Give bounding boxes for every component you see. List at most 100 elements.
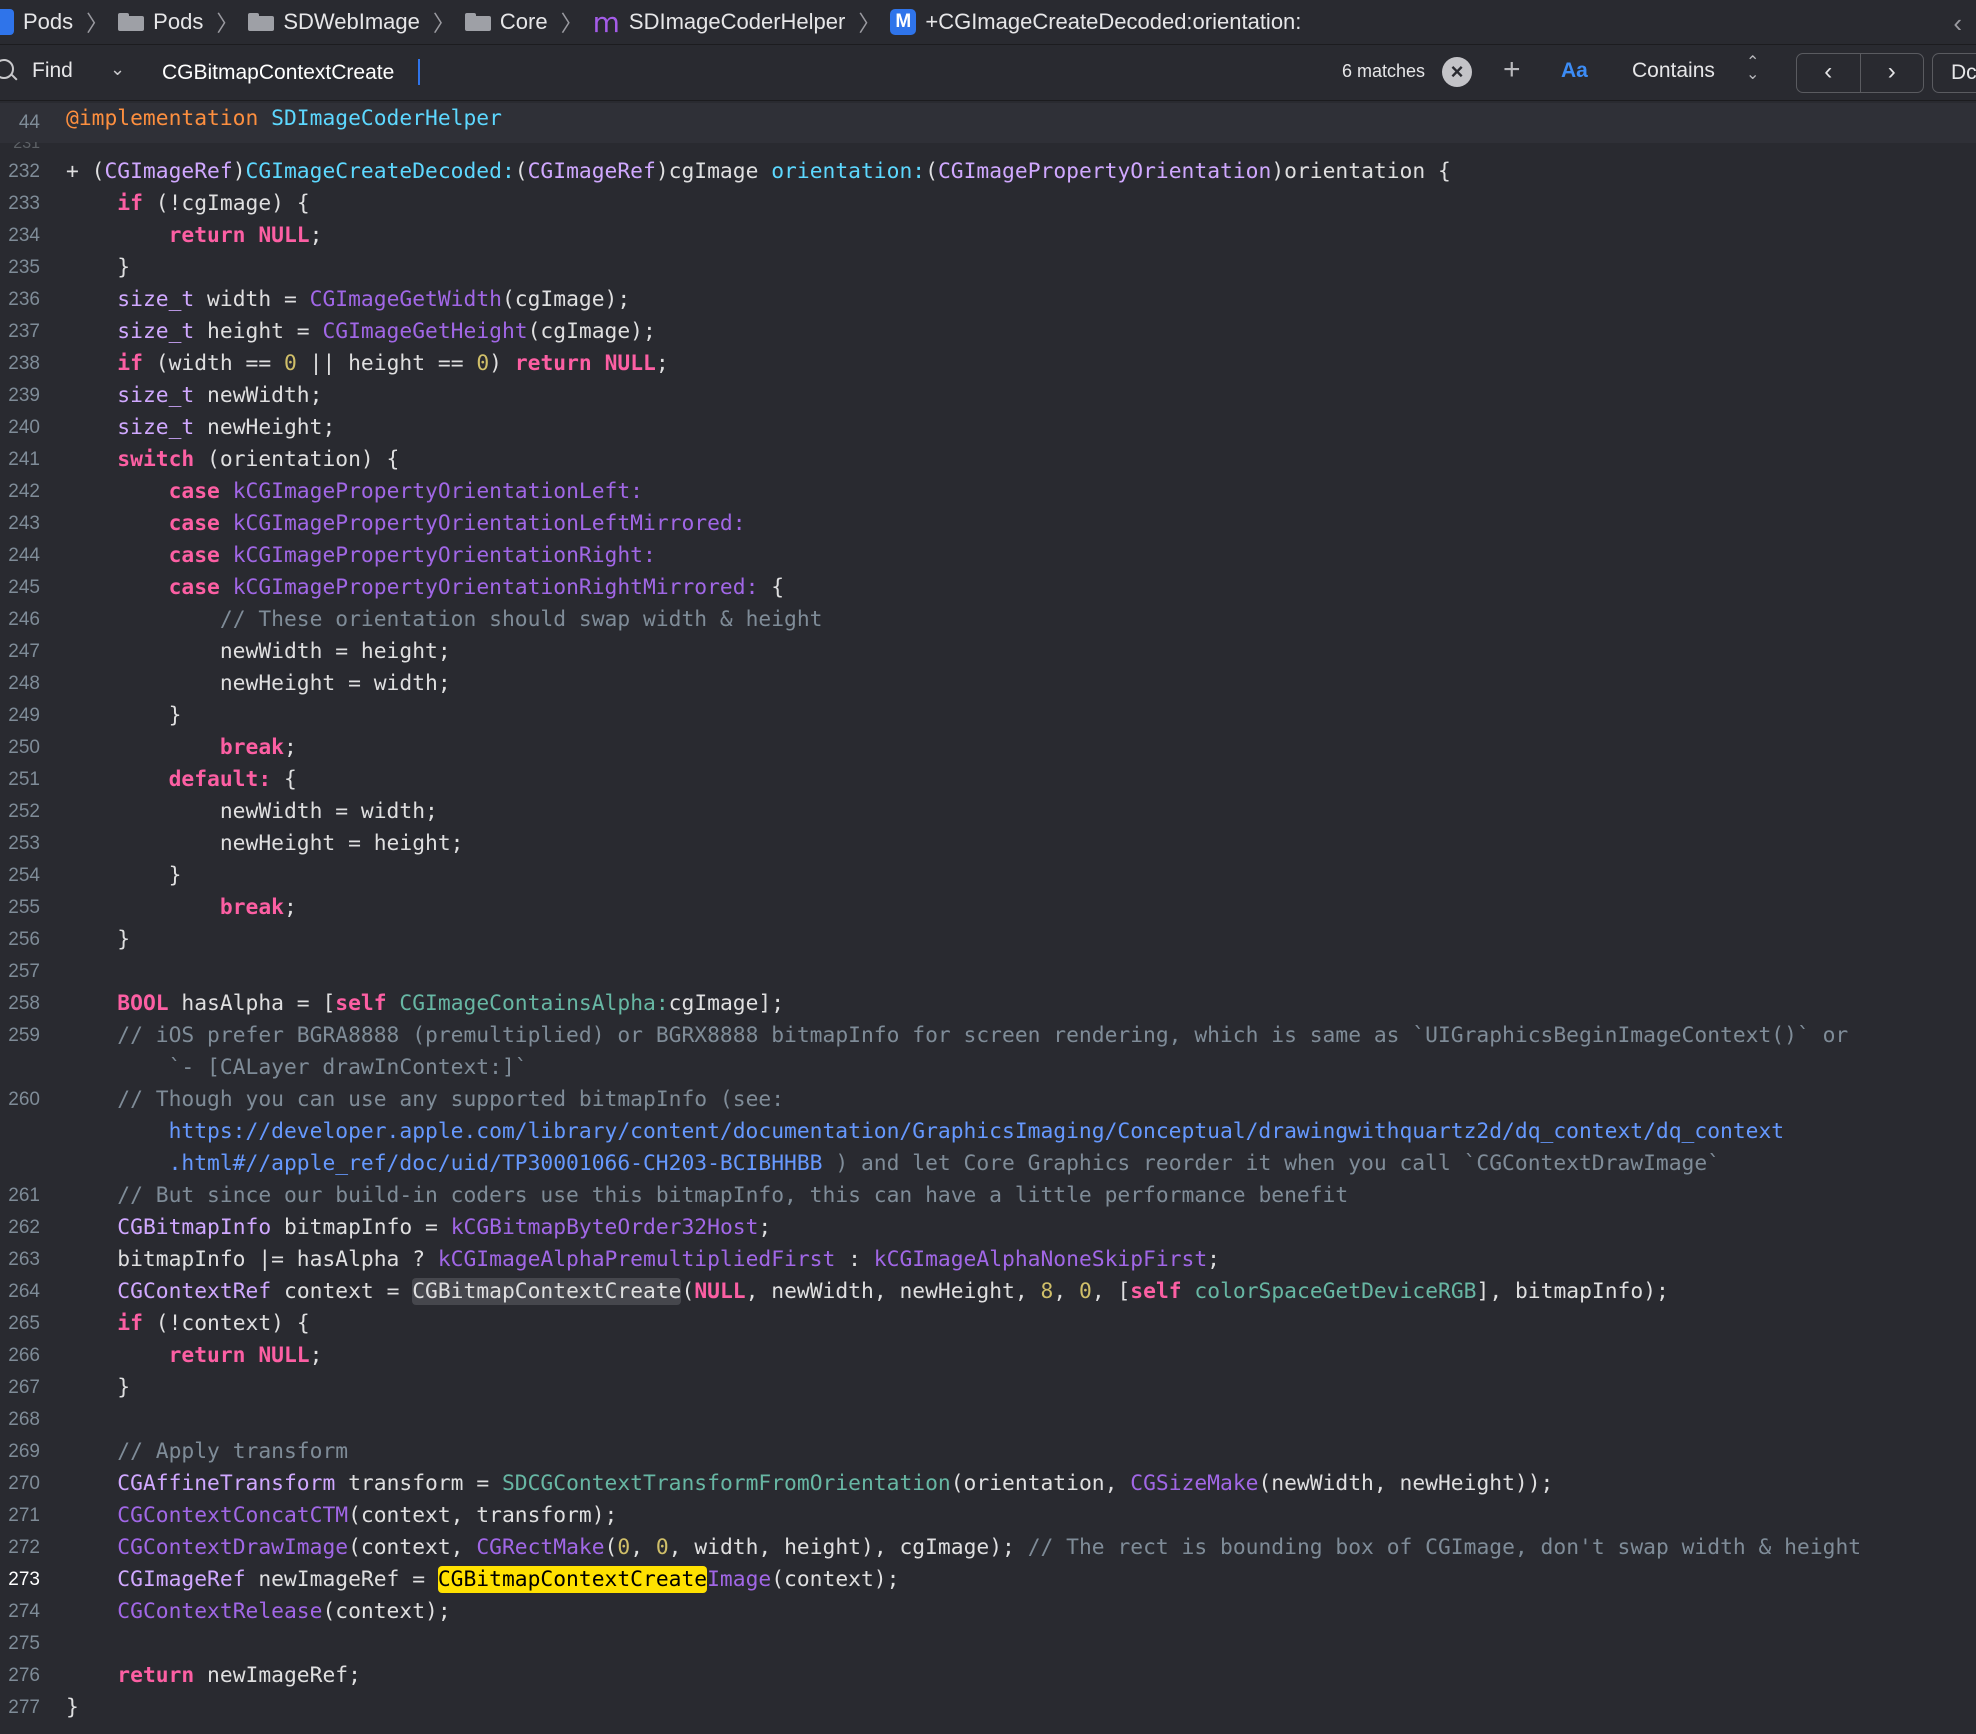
code-text[interactable]: case kCGImagePropertyOrientationRightMir… [66,572,1966,604]
code-text[interactable]: // iOS prefer BGRA8888 (premultiplied) o… [66,1020,1966,1084]
code-text[interactable]: CGImageRef newImageRef = CGBitmapContext… [66,1564,1966,1596]
line-number[interactable]: 270 [0,1468,40,1500]
code-text[interactable]: size_t newHeight; [66,412,1966,444]
line-number[interactable]: 237 [0,316,40,348]
code-line[interactable]: 273 CGImageRef newImageRef = CGBitmapCon… [0,1564,1976,1596]
line-number[interactable]: 240 [0,412,40,444]
code-line[interactable]: 274 CGContextRelease(context); [0,1596,1976,1628]
code-text[interactable]: case kCGImagePropertyOrientationRight: [66,540,1966,572]
code-text[interactable]: // Apply transform [66,1436,1966,1468]
code-line[interactable]: 237 size_t height = CGImageGetHeight(cgI… [0,316,1976,348]
code-line[interactable]: 245 case kCGImagePropertyOrientationRigh… [0,572,1976,604]
code-text[interactable]: if (!context) { [66,1308,1966,1340]
code-text[interactable]: size_t width = CGImageGetWidth(cgImage); [66,284,1966,316]
code-line[interactable]: 240 size_t newHeight; [0,412,1976,444]
code-line[interactable]: 232 + (CGImageRef)CGImageCreateDecoded:(C… [0,156,1976,188]
line-number[interactable]: 260 [0,1084,40,1116]
code-line[interactable]: 246 // These orientation should swap wid… [0,604,1976,636]
line-number[interactable]: 236 [0,284,40,316]
chevron-left-icon[interactable]: ‹ [1953,8,1962,39]
code-line[interactable]: 276 return newImageRef; [0,1660,1976,1692]
up-down-chevron-icon[interactable]: ⌃ ⌄ [1746,55,1759,83]
line-number[interactable]: 275 [0,1628,40,1660]
code-text[interactable]: return newImageRef; [66,1660,1966,1692]
code-text[interactable]: } [66,252,1966,284]
code-line[interactable]: 257 [0,956,1976,988]
code-text[interactable]: newHeight = width; [66,668,1966,700]
line-number[interactable]: 234 [0,220,40,252]
code-line[interactable]: 266 return NULL; [0,1340,1976,1372]
line-number[interactable]: 261 [0,1180,40,1212]
line-number[interactable]: 253 [0,828,40,860]
code-text[interactable]: } [66,1372,1966,1404]
line-number[interactable]: 247 [0,636,40,668]
code-line[interactable]: 239 size_t newWidth; [0,380,1976,412]
breadcrumb-item-pods-project[interactable]: Pods 〉 [0,6,108,38]
code-text[interactable]: newWidth = height; [66,636,1966,668]
add-pattern-button[interactable]: + [1503,53,1521,87]
code-text[interactable]: } [66,1692,1966,1724]
code-line[interactable]: 275 [0,1628,1976,1660]
line-number[interactable]: 276 [0,1660,40,1692]
code-text[interactable]: case kCGImagePropertyOrientationLeftMirr… [66,508,1966,540]
code-line[interactable]: 261 // But since our build-in coders use… [0,1180,1976,1212]
code-text[interactable]: + (CGImageRef)CGImageCreateDecoded:(CGIm… [66,156,1966,188]
clear-search-button[interactable]: × [1442,57,1472,87]
code-text[interactable]: CGContextRef context = CGBitmapContextCr… [66,1276,1966,1308]
code-editor[interactable]: 232 + (CGImageRef)CGImageCreateDecoded:(C… [0,156,1976,1724]
code-text[interactable]: newWidth = width; [66,796,1966,828]
code-text[interactable]: BOOL hasAlpha = [self CGImageContainsAlp… [66,988,1966,1020]
line-number[interactable]: 272 [0,1532,40,1564]
line-number[interactable]: 267 [0,1372,40,1404]
line-number[interactable]: 239 [0,380,40,412]
line-number[interactable]: 265 [0,1308,40,1340]
line-number[interactable]: 241 [0,444,40,476]
code-line[interactable]: 243 case kCGImagePropertyOrientationLeft… [0,508,1976,540]
line-number[interactable]: 277 [0,1692,40,1724]
code-line[interactable]: 251 default: { [0,764,1976,796]
next-match-button[interactable]: › [1861,54,1924,92]
line-number[interactable]: 235 [0,252,40,284]
line-number[interactable]: 263 [0,1244,40,1276]
code-text[interactable]: } [66,700,1966,732]
code-text[interactable]: break; [66,892,1966,924]
code-text[interactable]: } [66,924,1966,956]
line-number[interactable]: 249 [0,700,40,732]
line-number[interactable]: 251 [0,764,40,796]
code-line[interactable]: 256 } [0,924,1976,956]
find-input[interactable] [150,53,1470,93]
code-line[interactable]: 255 break; [0,892,1976,924]
code-text[interactable]: CGContextConcatCTM(context, transform); [66,1500,1966,1532]
find-mode-menu[interactable]: Find [32,59,73,83]
code-text[interactable]: if (!cgImage) { [66,188,1966,220]
match-case-toggle[interactable]: Aa [1561,59,1588,83]
line-number[interactable]: 246 [0,604,40,636]
code-text[interactable]: return NULL; [66,220,1966,252]
code-text[interactable]: return NULL; [66,1340,1966,1372]
line-number[interactable]: 262 [0,1212,40,1244]
line-number[interactable]: 245 [0,572,40,604]
code-line[interactable]: 264 CGContextRef context = CGBitmapConte… [0,1276,1976,1308]
line-number[interactable]: 232 [0,156,40,188]
line-number[interactable]: 254 [0,860,40,892]
breadcrumb-item-pods-group[interactable]: Pods 〉 [118,6,238,38]
previous-match-button[interactable]: ‹ [1797,54,1861,92]
line-number[interactable]: 258 [0,988,40,1020]
code-text[interactable]: } [66,860,1966,892]
code-text[interactable]: switch (orientation) { [66,444,1966,476]
code-line[interactable]: 271 CGContextConcatCTM(context, transfor… [0,1500,1976,1532]
code-line[interactable]: 258 BOOL hasAlpha = [self CGImageContain… [0,988,1976,1020]
chevron-down-icon[interactable]: ⌄ [110,59,125,80]
code-line[interactable]: 265 if (!context) { [0,1308,1976,1340]
line-number[interactable]: 257 [0,956,40,988]
code-text[interactable]: break; [66,732,1966,764]
done-button[interactable]: Dc [1932,53,1976,93]
code-line[interactable]: 236 size_t width = CGImageGetWidth(cgIma… [0,284,1976,316]
code-line[interactable]: 262 CGBitmapInfo bitmapInfo = kCGBitmapB… [0,1212,1976,1244]
code-line[interactable]: 248 newHeight = width; [0,668,1976,700]
code-line[interactable]: 238 if (width == 0 || height == 0) retur… [0,348,1976,380]
code-line[interactable]: 269 // Apply transform [0,1436,1976,1468]
line-number[interactable]: 273 [0,1564,40,1596]
code-text[interactable]: CGAffineTransform transform = SDCGContex… [66,1468,1966,1500]
code-line[interactable]: 244 case kCGImagePropertyOrientationRigh… [0,540,1976,572]
